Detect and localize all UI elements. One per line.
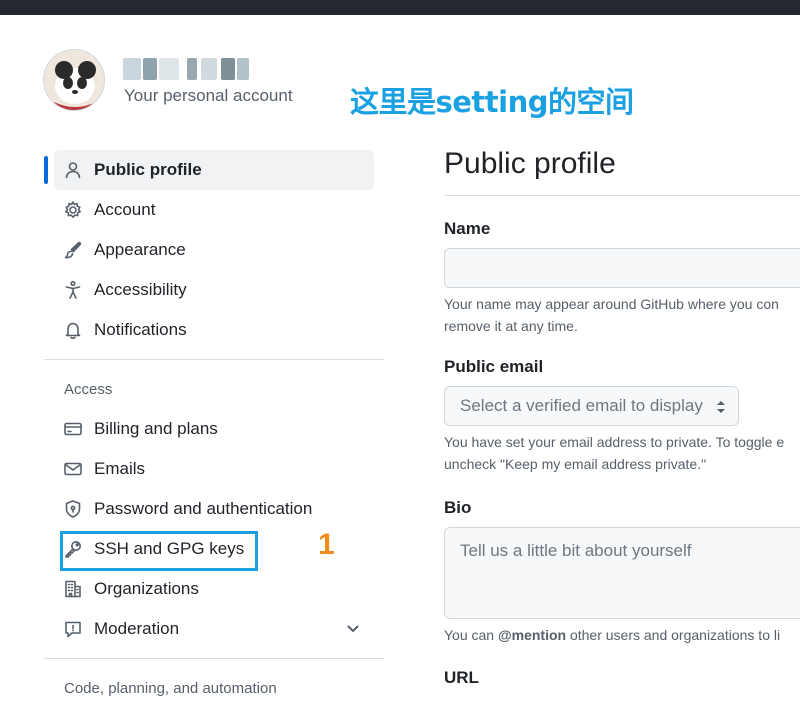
public-email-select[interactable]: Select a verified email to display [444,386,739,426]
select-value: Select a verified email to display [460,396,703,415]
active-indicator [44,156,48,184]
sidebar-item-appearance[interactable]: Appearance [44,230,384,270]
name-note: Your name may appear around GitHub where… [444,293,800,337]
sidebar-item-label: Emails [94,459,146,478]
credit-card-icon [62,418,84,440]
sidebar-item-organizations[interactable]: Organizations [44,569,384,609]
report-icon [62,618,84,640]
paintbrush-icon [62,239,84,261]
bio-placeholder: Tell us a little bit about yourself [460,541,692,560]
settings-sidebar: Public profile Account Appearance Access… [44,150,384,708]
profile-settings-form: Public profile Name Your name may appear… [444,140,800,688]
avatar[interactable] [43,49,105,111]
gear-icon [62,199,84,221]
name-label: Name [444,219,491,238]
sidebar-item-label: Billing and plans [94,419,218,438]
select-arrows-icon [714,398,728,416]
name-note-line: Your name may appear around GitHub where… [444,296,779,312]
sidebar-item-label: Appearance [94,240,186,259]
sidebar-item-public-profile[interactable]: Public profile [44,150,374,190]
sidebar-item-accessibility[interactable]: Accessibility [44,270,384,310]
mention-text: @mention [497,627,567,643]
email-note-line: uncheck "Keep my email address private." [444,456,707,472]
section-heading-access: Access [64,380,113,398]
annotation-number: 1 [318,528,335,561]
sidebar-item-label: Accessibility [94,280,187,299]
sidebar-divider [44,658,384,659]
url-label: URL [444,668,479,687]
bell-icon [62,319,84,341]
sidebar-item-label: Organizations [94,579,199,598]
top-header-bar [0,0,800,15]
email-note-line: You have set your email address to priva… [444,434,785,450]
accessibility-icon [62,279,84,301]
email-note: You have set your email address to priva… [444,431,800,475]
sidebar-item-emails[interactable]: Emails [44,449,384,489]
public-email-label: Public email [444,357,544,376]
sidebar-item-billing[interactable]: Billing and plans [44,409,384,449]
username-blurred [123,58,251,80]
sidebar-item-label: Password and authentication [94,499,313,518]
annotation-settings-space: 这里是setting的空间 [350,85,634,119]
page-title: Public profile [444,147,616,180]
shield-lock-icon [62,498,84,520]
bio-note: You can @mention other users and organiz… [444,624,800,646]
bio-label: Bio [444,498,472,517]
sidebar-item-account[interactable]: Account [44,190,384,230]
sidebar-item-password-authentication[interactable]: Password and authentication [44,489,384,529]
title-divider [444,195,800,196]
name-input[interactable] [444,248,800,288]
organization-icon [62,578,84,600]
section-heading-code-planning: Code, planning, and automation [64,679,277,697]
name-note-line: remove it at any time. [444,318,578,334]
person-icon [62,159,84,181]
bio-textarea[interactable]: Tell us a little bit about yourself [444,527,800,619]
sidebar-item-label: Notifications [94,320,187,339]
account-subtitle: Your personal account [124,86,293,105]
sidebar-divider [44,359,384,360]
sidebar-item-label: Account [94,200,156,219]
sidebar-item-moderation[interactable]: Moderation [44,609,384,649]
sidebar-item-label: Moderation [94,619,180,638]
sidebar-item-label: Public profile [94,160,202,179]
mail-icon [62,458,84,480]
bio-note-prefix: You can [444,627,498,643]
chevron-down-icon[interactable] [344,619,362,637]
annotation-highlight-box [60,531,258,571]
bio-note-suffix: other users and organizations to li [566,627,781,643]
sidebar-item-notifications[interactable]: Notifications [44,310,384,350]
